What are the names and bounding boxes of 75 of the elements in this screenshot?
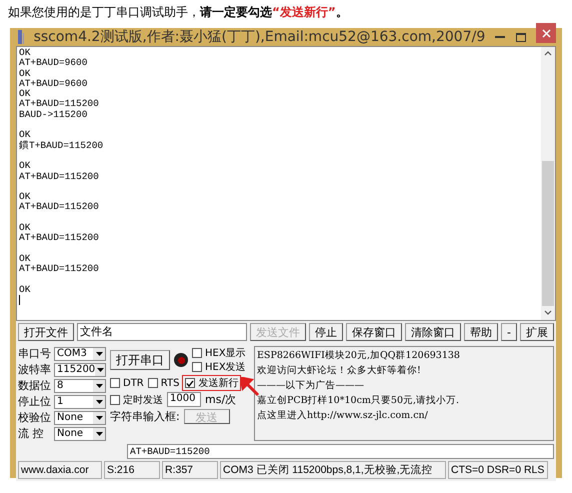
status-field: CTS=0 DSR=0 RLS [448,461,548,479]
setting-label: 流 控 [18,426,44,441]
scrollbar[interactable] [541,47,555,320]
dropdown-arrow-icon [96,384,102,388]
setting-dropdown[interactable]: 115200 [54,362,106,376]
setting-dropdown[interactable]: None [54,410,106,424]
status-field: S:216 [104,461,160,479]
ad-text: ESP8266WIFI模块20元,加QQ群120693138 [257,349,461,362]
terminal-line: OK [19,161,32,172]
open-file-button[interactable]: 打开文件 [18,323,74,341]
terminal-line: AT+BAUD=115200 [19,202,100,213]
setting-label: 停止位 [18,394,52,409]
setting-label: 校验位 [18,410,52,425]
toolbar-button[interactable]: 帮助 [464,323,498,341]
instruction-text: 如果您使用的是丁丁串口调试助手，请一定要勾选“发送新行”。 [8,4,349,21]
terminal-line: AT+BAUD=115200 [19,264,100,275]
window-title: sscom4.2测试版,作者:聂小猛(丁丁),Email:mcu52@163.com,2007/9 [34,28,486,46]
scroll-down-icon[interactable] [544,310,552,315]
check-icon [186,380,194,386]
checkbox[interactable]: 定时发送 [110,392,163,406]
dropdown-arrow-icon [96,432,102,436]
interval-field[interactable]: 1000 [167,392,201,407]
terminal-line: OK [19,68,32,79]
terminal-line: AT+BAUD=9600 [19,78,88,90]
dropdown-arrow-icon [96,352,102,356]
toolbar-button[interactable]: 停止 [309,323,344,341]
terminal-line: OK [19,284,32,296]
terminal-line: AT+BAUD=115200 [19,233,100,244]
ad-text: 嘉立创PCB打样10*10cm只要50元,请找小万. [257,394,460,407]
setting-label: 串口号 [18,346,52,361]
terminal-line: OK [19,130,32,140]
terminal-line: OK [19,223,32,234]
terminal-line: AT+BAUD=115200 [19,99,100,110]
status-field: COM3 已关闭 115200bps,8,1,无校验,无流控 [220,461,446,479]
checkbox[interactable]: 发送新行 [183,376,240,390]
terminal-line: BAUD->115200 [19,110,88,120]
setting-label: 波特率 [18,362,52,377]
text-cursor [19,295,20,306]
setting-dropdown[interactable]: 8 [54,378,106,392]
dropdown-arrow-icon [96,400,102,404]
open-port-button[interactable]: 打开串口 [110,350,170,370]
setting-dropdown[interactable]: 1 [54,394,106,408]
terminal-line: AT+BAUD=9600 [19,58,88,69]
toolbar-button[interactable]: 扩展 [520,323,554,341]
setting-dropdown[interactable]: COM3 [54,346,106,360]
terminal-line: AT+BAUD=115200 [19,172,100,182]
toolbar-button[interactable]: 保存窗口 [346,323,402,341]
setting-label: 数据位 [18,378,52,393]
ad-text: ———以下为广告——— [257,379,365,392]
checkbox[interactable]: HEX显示 [192,346,246,360]
dropdown-arrow-icon [96,416,102,420]
interval-unit: ms/次 [205,392,236,407]
scroll-up-icon[interactable] [544,51,552,56]
toolbar-button[interactable]: - [501,323,517,341]
setting-dropdown[interactable]: None [54,426,106,440]
terminal-line: OK [19,89,32,100]
terminal-line: 鏆T+BAUD=115200 [19,140,104,151]
app-icon [16,28,24,46]
close-icon[interactable] [536,23,556,43]
checkbox[interactable]: RTS [148,378,180,388]
terminal-line: OK [19,48,32,58]
input-field[interactable]: AT+BAUD=115200 [127,444,554,459]
pointer-arrow-icon [240,377,260,397]
toolbar-button[interactable]: 清除窗口 [405,323,462,341]
terminal-line: OK [19,254,32,264]
ad-text: 欢迎访问大虾论坛！众多大虾等着你! [257,364,422,377]
checkbox[interactable]: DTR [110,378,144,388]
checkbox[interactable]: HEX发送 [192,360,246,374]
input-label: 字符串输入框: [110,409,180,424]
terminal-line: OK [19,192,32,202]
ad-text: 点这里进入http://www.sz-jlc.com.cn/ [257,409,429,422]
status-field: www.daxia.cor [18,461,102,479]
status-field: R:357 [162,461,218,479]
dropdown-arrow-icon [96,368,104,372]
file-name-field[interactable]: 文件名 [77,323,248,341]
